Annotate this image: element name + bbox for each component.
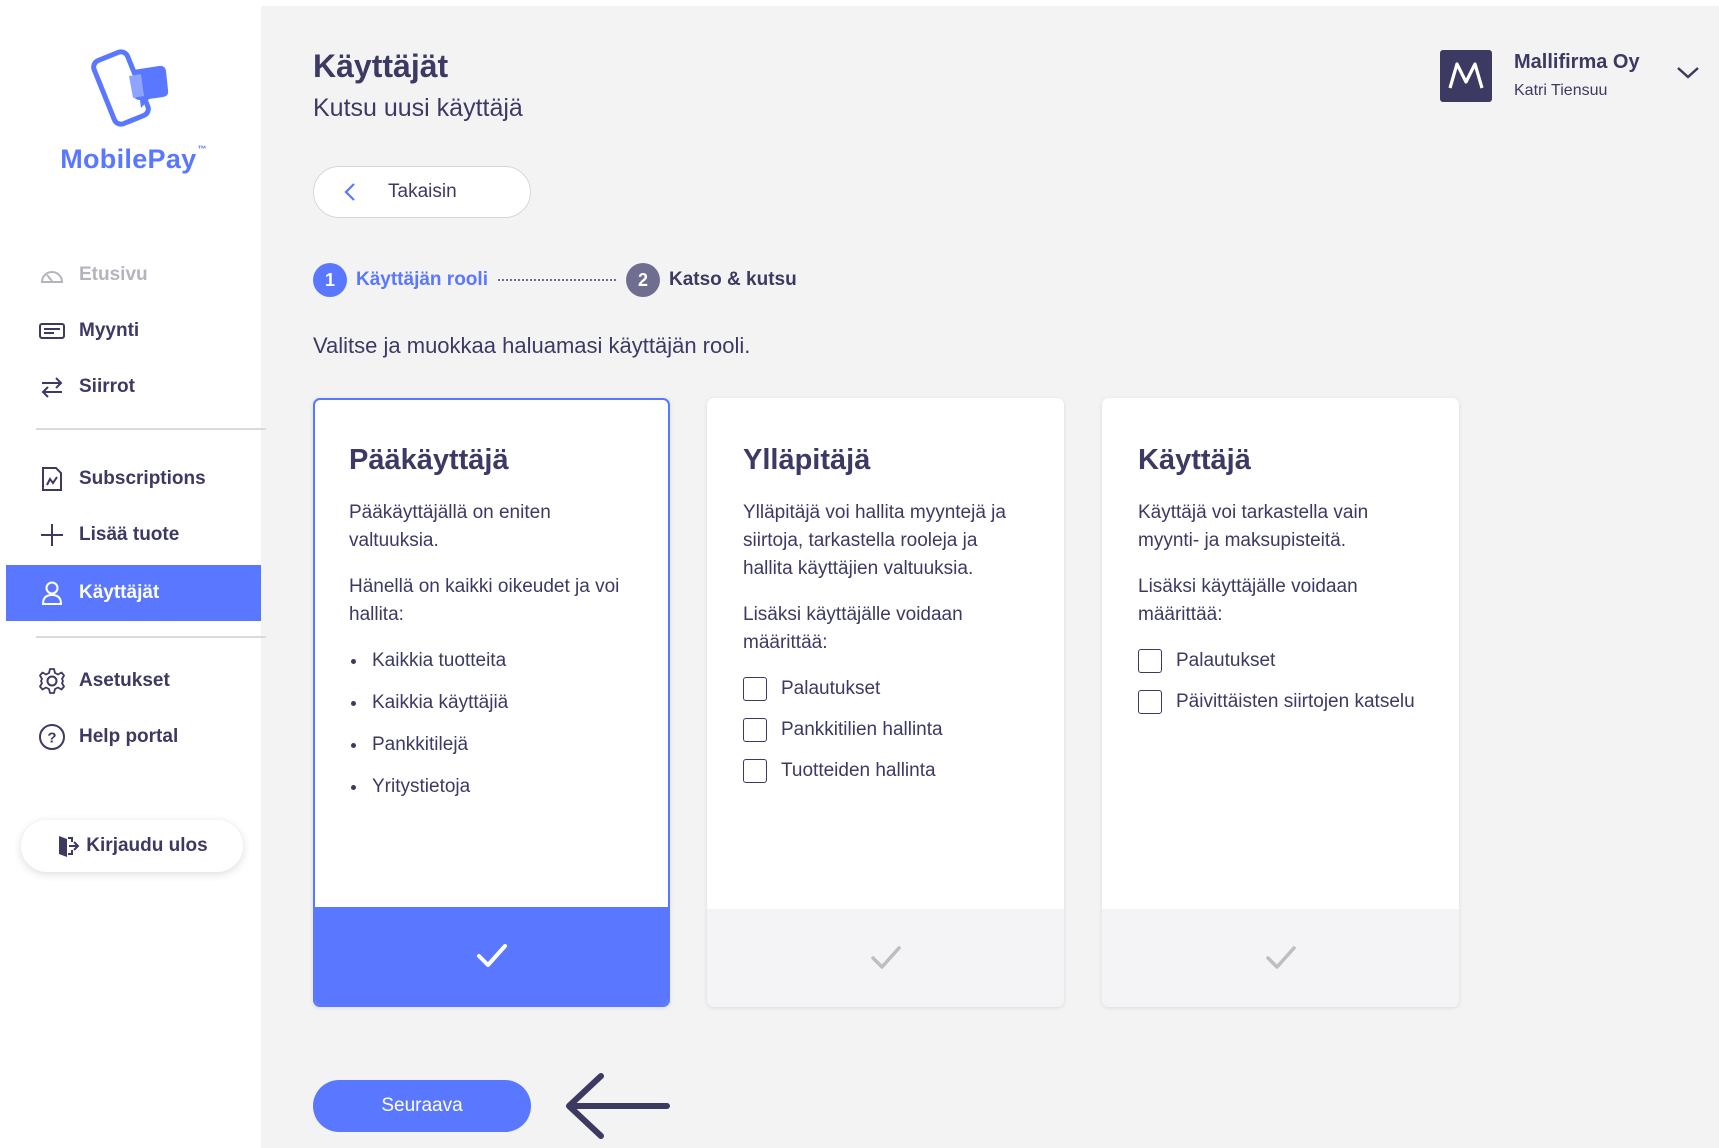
checkbox[interactable] <box>1138 690 1162 714</box>
next-button[interactable]: Seuraava <box>313 1080 531 1132</box>
logout-icon <box>56 833 80 859</box>
role-description: Pääkäyttäjällä on eniten valtuuksia. <box>349 502 551 551</box>
checkbox-label: Palautukset <box>1176 650 1276 671</box>
logout-label: Kirjaudu ulos <box>86 835 208 856</box>
user-name: Katri Tiensuu <box>1514 82 1608 99</box>
org-name: Mallifirma Oy <box>1514 51 1640 73</box>
gear-icon <box>37 666 67 696</box>
plus-icon <box>37 520 67 550</box>
back-label: Takaisin <box>388 181 457 202</box>
trademark-mark: ™ <box>197 144 207 154</box>
checkbox[interactable] <box>743 718 767 742</box>
sidebar-item-siirrot[interactable]: Siirrot <box>6 360 261 414</box>
mobilepay-phone-icon <box>90 49 168 127</box>
org-logo <box>1440 50 1492 102</box>
option-row[interactable]: Palautukset <box>1138 647 1423 675</box>
sidebar-item-kayttajat[interactable]: Käyttäjät <box>6 565 261 621</box>
checkbox-label: Pankkitilien hallinta <box>781 719 943 740</box>
stepper: 1 Käyttäjän rooli 2 Katso & kutsu <box>313 263 797 297</box>
role-card-yllapitaja[interactable]: Ylläpitäjä Ylläpitäjä voi hallita myynte… <box>707 398 1064 1007</box>
option-row[interactable]: Tuotteiden hallinta <box>743 757 1028 785</box>
sidebar-item-label: Myynti <box>79 320 140 341</box>
sidebar-item-label: Help portal <box>79 726 179 747</box>
chevron-down-icon[interactable] <box>1676 66 1700 85</box>
role-title: Pääkäyttäjä <box>349 444 509 476</box>
checkbox-label: Päivittäisten siirtojen katselu <box>1176 691 1415 712</box>
checkbox-label: Palautukset <box>781 678 881 699</box>
question-circle-icon: ? <box>37 722 67 752</box>
role-extra-text: Lisäksi käyttäjälle voidaan määrittää: <box>1138 576 1358 625</box>
role-extra-text: Hänellä on kaikki oikeudet ja voi hallit… <box>349 576 620 625</box>
nav-divider <box>36 636 266 638</box>
back-button[interactable]: Takaisin <box>313 166 531 218</box>
list-item: Kaikkia tuotteita <box>349 647 634 675</box>
page-subtitle: Kutsu uusi käyttäjä <box>313 94 523 122</box>
arrow-left-icon <box>563 1072 671 1145</box>
sidebar-item-label: Etusivu <box>79 264 148 285</box>
sidebar: MobilePay™ Etusivu Myynti Siirrot Subscr… <box>6 6 266 1148</box>
role-description: Ylläpitäjä voi hallita myyntejä ja siirt… <box>743 502 1006 579</box>
sidebar-item-help-portal[interactable]: ? Help portal <box>6 710 261 764</box>
sidebar-item-subscriptions[interactable]: Subscriptions <box>6 452 261 506</box>
step-number: 2 <box>625 263 660 297</box>
role-title: Käyttäjä <box>1138 444 1251 476</box>
speedometer-icon <box>37 260 67 290</box>
list-item: Kaikkia käyttäjiä <box>349 689 634 717</box>
sidebar-item-asetukset[interactable]: Asetukset <box>6 654 261 708</box>
step-label: Katso & kutsu <box>668 269 797 290</box>
sidebar-item-myynti[interactable]: Myynti <box>6 304 261 358</box>
role-card-kayttaja[interactable]: Käyttäjä Käyttäjä voi tarkastella vain m… <box>1102 398 1459 1007</box>
role-select-footer[interactable] <box>315 907 668 1005</box>
checkmark-icon <box>476 944 507 967</box>
instruction-text: Valitse ja muokkaa haluamasi käyttäjän r… <box>313 333 751 358</box>
checkbox[interactable] <box>743 759 767 783</box>
nav-divider <box>36 428 266 430</box>
role-select-footer[interactable] <box>707 909 1064 1007</box>
checkbox[interactable] <box>1138 649 1162 673</box>
card-icon <box>37 316 67 346</box>
role-title: Ylläpitäjä <box>743 444 871 476</box>
step-connector <box>497 279 616 281</box>
transfer-arrows-icon <box>37 372 67 402</box>
chevron-left-icon <box>344 182 356 202</box>
option-row[interactable]: Palautukset <box>743 675 1028 703</box>
list-item: Pankkitilejä <box>349 731 634 759</box>
sidebar-item-label: Lisää tuote <box>79 524 180 545</box>
sidebar-item-label: Asetukset <box>79 670 170 691</box>
page-title: Käyttäjät <box>313 48 449 84</box>
user-icon <box>37 578 67 608</box>
brand-name: MobilePay <box>60 144 197 174</box>
option-row[interactable]: Päivittäisten siirtojen katselu <box>1138 688 1423 716</box>
step-label-active: Käyttäjän rooli <box>356 269 488 290</box>
account-switcher[interactable]: Mallifirma Oy Katri Tiensuu <box>1440 50 1640 102</box>
checkbox-label: Tuotteiden hallinta <box>781 760 936 781</box>
sidebar-item-label: Käyttäjät <box>79 582 160 603</box>
checkmark-icon <box>870 946 901 969</box>
list-item: Yritystietoja <box>349 773 634 801</box>
option-row[interactable]: Pankkitilien hallinta <box>743 716 1028 744</box>
document-edit-icon <box>37 464 67 494</box>
sidebar-item-etusivu[interactable]: Etusivu <box>6 248 261 302</box>
step-number: 1 <box>313 263 347 297</box>
svg-text:?: ? <box>47 730 56 747</box>
role-extra-text: Lisäksi käyttäjälle voidaan määrittää: <box>743 604 963 653</box>
sidebar-item-label: Subscriptions <box>79 468 206 489</box>
sidebar-item-lisaa-tuote[interactable]: Lisää tuote <box>6 508 261 562</box>
checkmark-icon <box>1265 946 1296 969</box>
permission-list: Kaikkia tuotteita Kaikkia käyttäjiä Pank… <box>349 647 634 801</box>
role-description: Käyttäjä voi tarkastella vain myynti- ja… <box>1138 502 1369 551</box>
role-select-footer[interactable] <box>1102 909 1459 1007</box>
logout-button[interactable]: Kirjaudu ulos <box>21 820 243 872</box>
sidebar-item-label: Siirrot <box>79 376 135 397</box>
mobilepay-logo[interactable]: MobilePay™ <box>6 46 261 175</box>
checkbox[interactable] <box>743 677 767 701</box>
role-card-paakayttaja[interactable]: Pääkäyttäjä Pääkäyttäjällä on eniten val… <box>313 398 670 1007</box>
